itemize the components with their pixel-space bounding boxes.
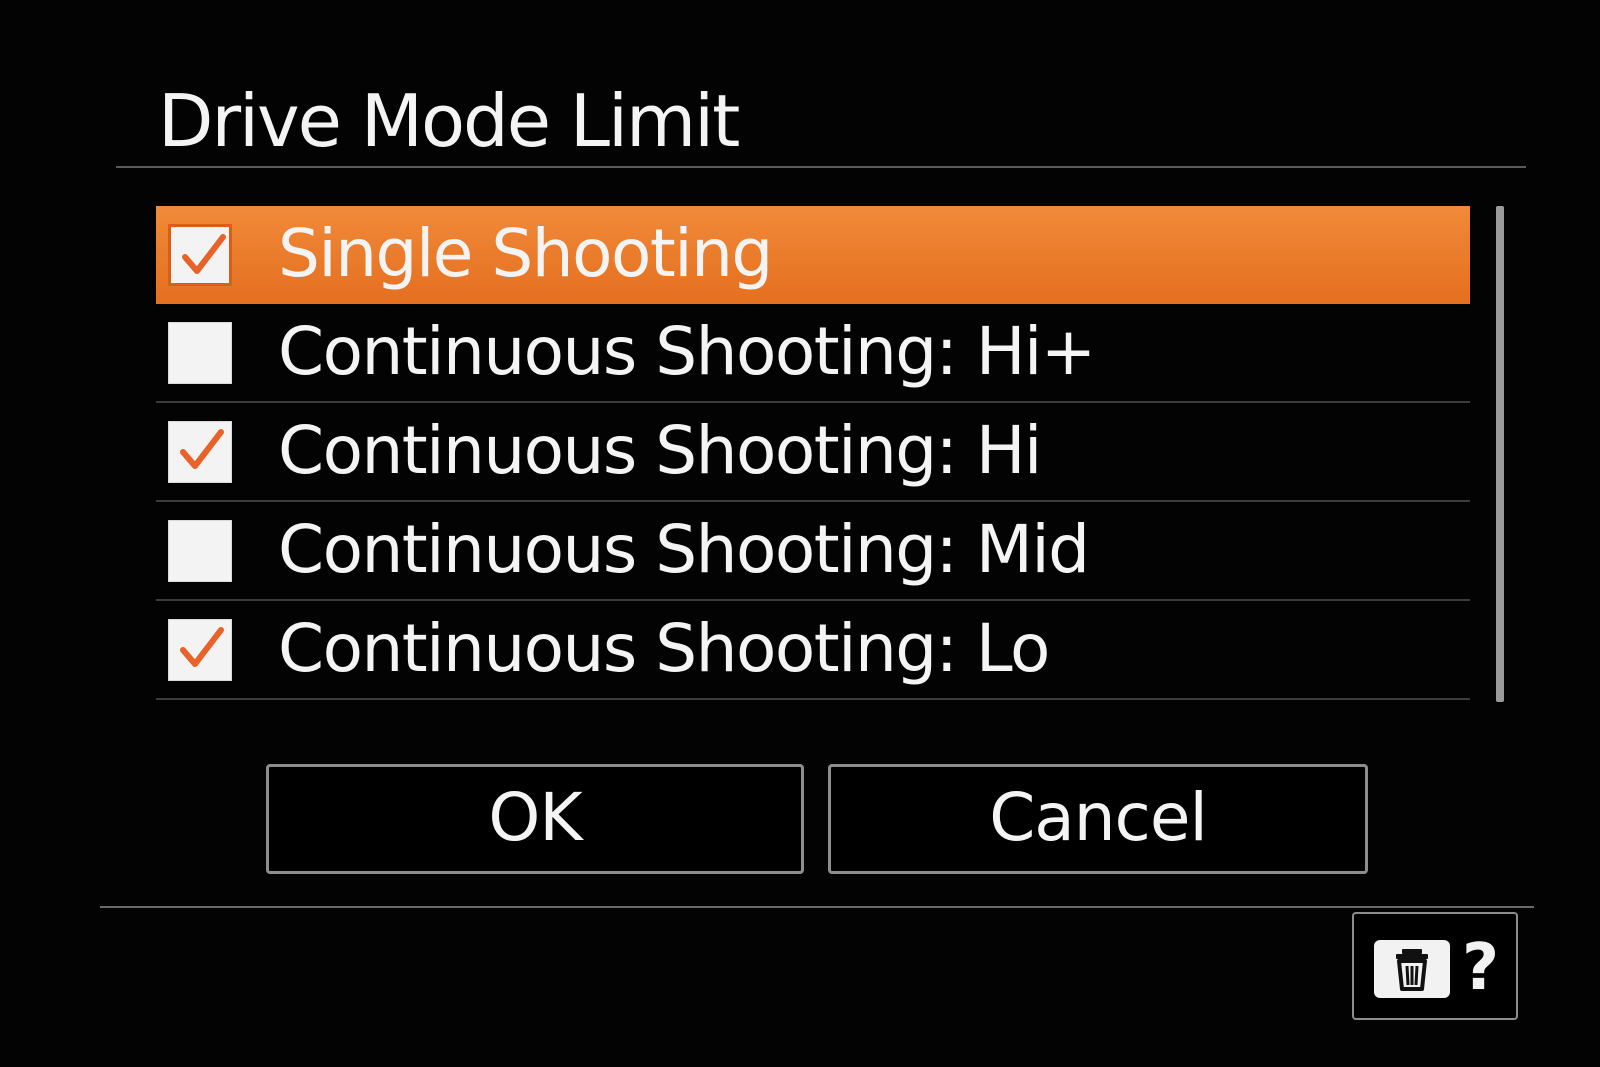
list-scrollbar[interactable] <box>1496 206 1504 702</box>
checkbox[interactable] <box>168 322 232 384</box>
ok-button[interactable]: OK <box>266 764 804 874</box>
key-guide[interactable]: ? <box>1352 912 1518 1020</box>
checkmark-icon <box>175 622 227 674</box>
list-item-label: Continuous Shooting: Hi <box>278 412 1042 489</box>
page-title: Drive Mode Limit <box>158 79 740 163</box>
cancel-button[interactable]: Cancel <box>828 764 1368 874</box>
checkmark-icon <box>175 424 227 476</box>
checkbox[interactable] <box>168 421 232 483</box>
camera-menu-screen: Drive Mode Limit Single Shooting Continu… <box>0 0 1600 1067</box>
help-question-mark: ? <box>1462 931 1500 1005</box>
list-item-continuous-hi-plus[interactable]: Continuous Shooting: Hi+ <box>156 304 1470 403</box>
list-item-continuous-lo[interactable]: Continuous Shooting: Lo <box>156 601 1470 700</box>
list-item-label: Continuous Shooting: Hi+ <box>278 313 1096 390</box>
list-item-continuous-hi[interactable]: Continuous Shooting: Hi <box>156 403 1470 502</box>
drive-mode-list: Single Shooting Continuous Shooting: Hi+… <box>156 206 1470 700</box>
checkbox[interactable] <box>168 224 232 286</box>
list-item-label: Continuous Shooting: Mid <box>278 511 1090 588</box>
list-item-label: Single Shooting <box>278 215 773 292</box>
checkbox[interactable] <box>168 520 232 582</box>
checkbox[interactable] <box>168 619 232 681</box>
title-divider <box>116 166 1526 168</box>
scrollbar-thumb[interactable] <box>1496 206 1504 702</box>
checkmark-icon <box>177 229 229 281</box>
trash-icon <box>1374 940 1450 998</box>
list-item-single-shooting[interactable]: Single Shooting <box>156 206 1470 304</box>
footer-divider <box>100 906 1534 908</box>
list-item-continuous-mid[interactable]: Continuous Shooting: Mid <box>156 502 1470 601</box>
list-item-label: Continuous Shooting: Lo <box>278 610 1050 687</box>
